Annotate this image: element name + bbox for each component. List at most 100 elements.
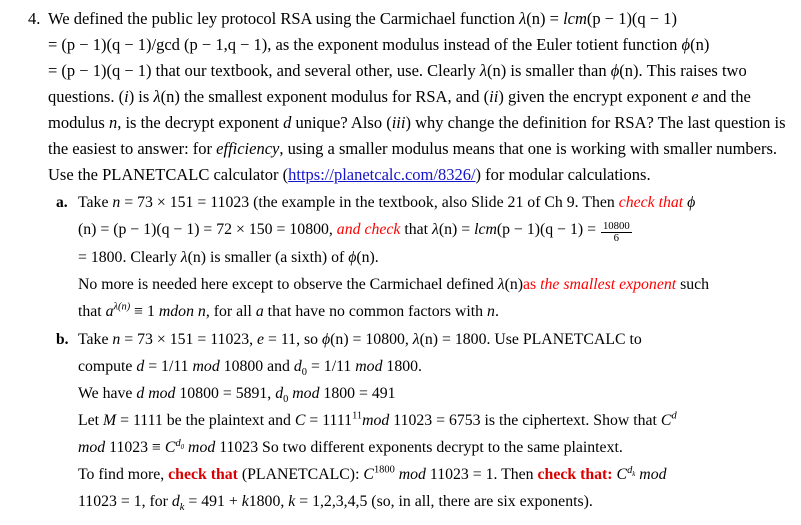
part-a-comma: , [328, 221, 337, 238]
intro-of-n-2: (n) is smaller than [487, 61, 611, 80]
part-b-seg-15: = 1111 be the plaintext and [116, 412, 295, 430]
part-a-var-a-2: a [255, 303, 264, 321]
part-b-var-k: k [241, 493, 249, 511]
intro-paragraph: We defined the public ley protocol RSA u… [48, 6, 787, 188]
part-a-seg-10: No more is needed here except to observe… [78, 276, 498, 294]
part-a-var-n-2: n [487, 303, 495, 321]
mdon-n-operator: mdon n [158, 303, 206, 321]
phi-symbol: ϕ [681, 35, 691, 54]
lambda-symbol-3: λ [153, 87, 161, 106]
smallest-exponent-emphasis: the smallest exponent [540, 276, 677, 294]
intro-seg-3: = (p − 1)(q − 1) that our textbook, and … [48, 61, 480, 80]
part-b-line-1: Take n = 73 × 151 = 11023, e = 11, so ϕ(… [78, 326, 787, 353]
part-b-d0-subscript-2: 0 [283, 394, 289, 406]
part-b-seg-20: To find more, [78, 466, 169, 484]
part-a-line-3: = 1800. Clearly λ(n) is smaller (a sixth… [78, 244, 787, 271]
roman-numeral-ii: ii [489, 87, 499, 106]
intro-of-n-3: (n). This raises [619, 61, 718, 80]
part-b-seg-17: 11023 = 6753 is the ciphertext. Show tha… [389, 412, 661, 430]
part-a-line-5: that aλ(n) ≡ 1 mdon n, for all a that ha… [78, 298, 787, 325]
part-b-seg-1: Take [78, 331, 113, 349]
part-b-seg-26: = 1,2,3,4,5 (so, in all, there are six e… [295, 493, 593, 511]
variable-n: n [108, 113, 118, 132]
part-a-seg-1: Take [78, 194, 113, 211]
part-b-seg-8: 10800 and [219, 358, 294, 376]
part-b-line-2: compute d = 1/11 mod 10800 and d0 = 1/11… [78, 353, 787, 380]
lcm-operator: lcm [563, 9, 587, 28]
phi-symbol-2: ϕ [610, 61, 620, 80]
part-b-seg-25: 1800, [248, 493, 289, 511]
mod-operator-9: mod [639, 466, 667, 484]
and-check-emphasis: and check [336, 221, 401, 238]
check-that-bold-1: check that [168, 466, 238, 484]
part-a-lambda-3: λ [497, 276, 505, 294]
part-a-seg-14: ≡ 1 [130, 303, 159, 321]
part-b-seg-22: 11023 = 1. Then [425, 466, 538, 484]
fraction-denominator: 6 [613, 232, 620, 245]
part-b-seg-19: 11023 So two different exponents decrypt… [215, 439, 623, 457]
part-b-seg-18: 11023 ≡ [105, 439, 165, 457]
part-b-lambda: λ [412, 331, 420, 349]
ciphertext-var-C-4: C [363, 466, 374, 484]
planetcalc-link[interactable]: https://planetcalc.com/8326/ [288, 165, 475, 184]
part-b-seg-4: (n) = 10800, [330, 331, 413, 349]
part-b-var-d0-2: d [275, 385, 284, 403]
part-b-seg-11: We have [78, 385, 137, 403]
sub-item-b: b. Take n = 73 × 151 = 11023, e = 11, so… [48, 326, 787, 515]
part-b-var-d0: d [293, 358, 302, 376]
variable-e: e [691, 87, 699, 106]
part-b-seg-13: 1800 = 491 [319, 385, 396, 403]
part-b-seg-7: = 1/11 [144, 358, 193, 376]
part-b-phi: ϕ [321, 331, 331, 349]
part-a-seg-11: (n) [504, 276, 524, 294]
part-a-var-a: a [105, 303, 114, 321]
ciphertext-var-C-3: C [164, 439, 176, 457]
sub-item-a-marker: a. [56, 194, 68, 211]
exponent-d-superscript: d [671, 411, 677, 423]
mod-operator-4: mod [292, 385, 320, 403]
exponent-d0-superscript: d0 [175, 438, 184, 451]
part-a-lambda-2: λ [180, 249, 188, 267]
intro-of-n-1: (n) = [526, 9, 564, 28]
part-a-seg-2: = 73 × 151 = 11023 (the example in the t… [120, 194, 619, 211]
part-a-line-4: No more is needed here except to observe… [78, 271, 787, 298]
part-a-seg-13: that [78, 303, 106, 321]
fraction-10800-over-6: 10800 6 [600, 220, 632, 245]
part-a-seg-4: that [400, 221, 432, 238]
sub-item-a-body: Take n = 73 × 151 = 11023 (the example i… [78, 189, 787, 325]
roman-numeral-iii: iii [391, 113, 406, 132]
mod-operator-2: mod [355, 358, 383, 376]
exponent-1800-superscript: 1800 [373, 465, 395, 477]
part-a-line-1: Take n = 73 × 151 = 11023 (the example i… [78, 189, 787, 216]
part-a-phi-1: ϕ [687, 194, 696, 211]
part-b-seg-2: = 73 × 151 = 11023, [120, 331, 258, 349]
intro-seg-11: ) why change the definition for RSA? The [405, 113, 684, 132]
part-b-seg-6: compute [78, 358, 137, 376]
mod-operator-1: mod [192, 358, 220, 376]
intro-seg-2: = (p − 1)(q − 1)/gcd (p − 1,q − 1), as t… [48, 35, 682, 54]
sub-item-b-body: Take n = 73 × 151 = 11023, e = 11, so ϕ(… [78, 326, 787, 515]
check-that-emphasis-1: check that [618, 194, 684, 211]
part-b-var-dk: d [171, 493, 180, 511]
lambda-n-superscript: λ(n) [113, 302, 131, 314]
question-body: We defined the public ley protocol RSA u… [48, 6, 787, 515]
sub-item-b-marker: b. [56, 331, 69, 349]
part-b-seg-10: 1800. [382, 358, 422, 376]
intro-seg-6: (n) the smallest exponent modulus for RS… [160, 87, 490, 106]
part-a-seg-9: (n). [356, 249, 379, 267]
part-b-seg-5: (n) = 1800. Use PLANETCALC to [419, 331, 642, 349]
intro-seg-5: ) is [128, 87, 154, 106]
question-item-4: 4. We defined the public ley protocol RS… [14, 6, 787, 515]
part-a-seg-17: . [494, 303, 499, 321]
intro-seg-15: ) for modular [475, 165, 564, 184]
part-b-seg-21: (PLANETCALC): [237, 466, 364, 484]
part-b-line-4: Let M = 1111 be the plaintext and C = 11… [78, 407, 787, 434]
part-b-var-d-2: d [136, 385, 145, 403]
part-a-seg-8: (n) is smaller (a sixth) of [187, 249, 349, 267]
part-a-lambda-1: λ [431, 221, 439, 238]
mod-operator-3: mod [148, 385, 176, 403]
check-that-bold-2: check that: [537, 466, 613, 484]
lambda-symbol-2: λ [479, 61, 488, 80]
part-b-seg-3: = 11, so [264, 331, 322, 349]
mod-operator-7: mod [188, 439, 216, 457]
